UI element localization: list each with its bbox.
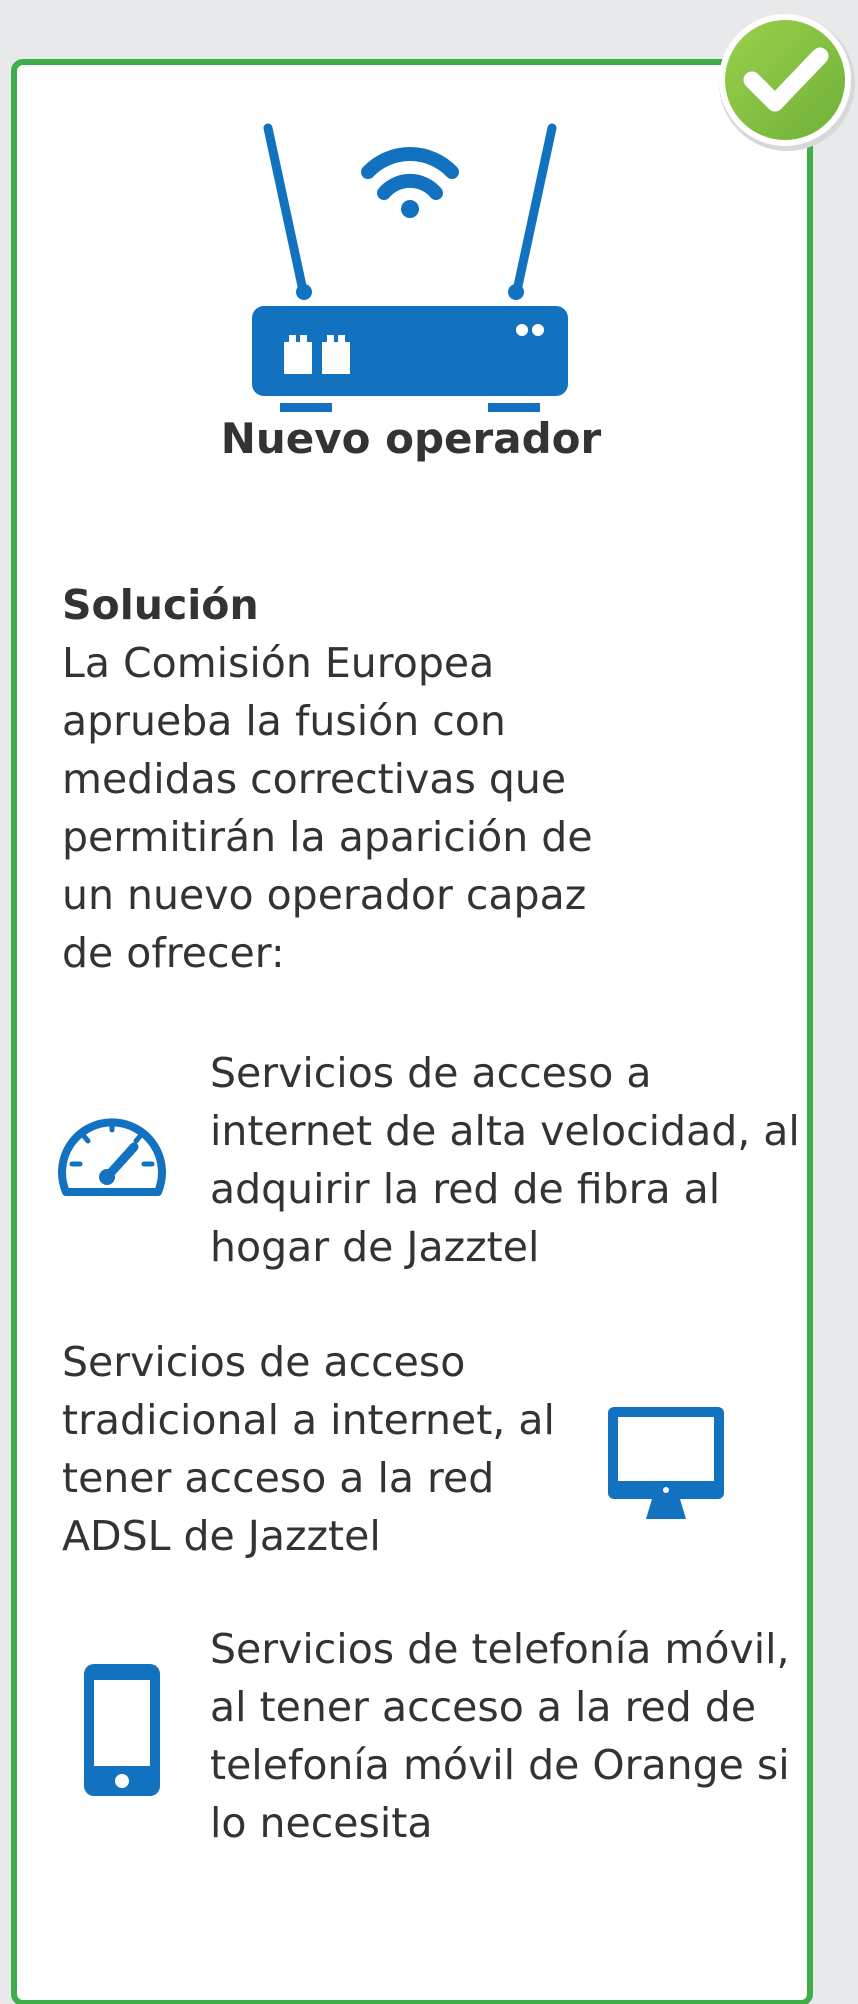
feature-mobile-text: Servicios de telefonía móvil, al tener a… (210, 1625, 790, 1847)
feature-adsl-text: Servicios de acceso tradicional a intern… (62, 1338, 555, 1560)
router-icon (252, 123, 568, 412)
monitor-icon (608, 1407, 724, 1519)
solution-block: Solución La Comisión Europea aprueba la … (62, 576, 622, 982)
check-icon (719, 14, 855, 151)
page: Nuevo operador Solución La Comisión Euro… (0, 0, 858, 2004)
speedometer-icon (58, 1118, 166, 1196)
operator-label: Nuevo operador (220, 414, 602, 463)
smartphone-icon (84, 1664, 160, 1796)
solution-body: La Comisión Europea aprueba la fusión co… (62, 639, 593, 977)
feature-fiber-text: Servicios de acceso a internet de alta v… (210, 1049, 800, 1271)
solution-heading: Solución (62, 581, 259, 629)
